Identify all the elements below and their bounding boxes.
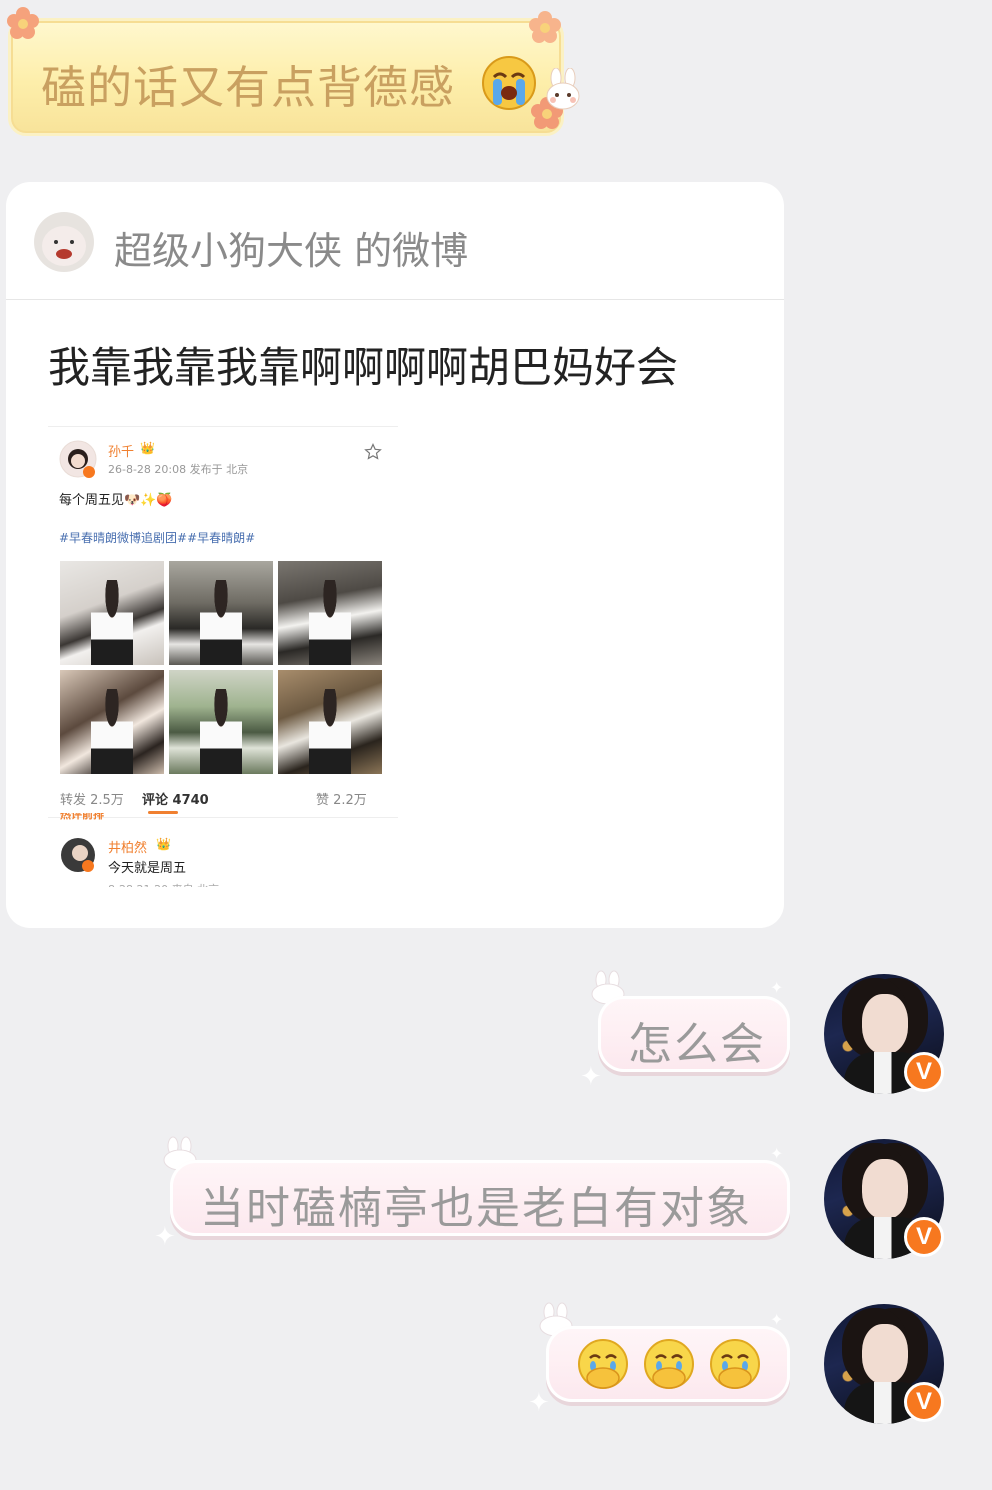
hand-over-mouth-crying-emoji-icon — [710, 1339, 760, 1389]
post-photo — [278, 670, 382, 774]
sparkle-icon: ✦ — [580, 1062, 602, 1092]
verified-badge: V — [904, 1052, 944, 1092]
like-count: 赞 2.2万 — [316, 793, 367, 808]
post-hashtags: #早春晴朗微博追剧团##早春晴朗# — [59, 531, 256, 545]
incoming-message-bubble[interactable]: 磕的话又有点背德感 — [8, 18, 564, 136]
photo-grid — [60, 561, 384, 775]
message-text: 怎么会 — [628, 1019, 766, 1070]
card-header: 超级小狗大侠 的微博 — [6, 182, 784, 300]
post-text: 每个周五见🐶✨🍑 — [59, 493, 173, 508]
post-photo — [60, 670, 164, 774]
emoji-row — [576, 1338, 762, 1392]
card-source-name: 超级小狗大侠 的微博 — [114, 229, 469, 273]
my-avatar[interactable]: V — [824, 1304, 944, 1424]
comment-meta: 8-28 21:20 来自 北京 — [108, 881, 219, 887]
hot-comments-label: 热评前排 — [60, 813, 104, 821]
crown-badge-icon: 👑 — [140, 441, 155, 455]
comment-text: 今天就是周五 — [108, 861, 187, 876]
loudly-crying-emoji-icon — [482, 56, 536, 110]
star-icon — [364, 443, 382, 460]
post-meta: 26-8-28 20:08 发布于 北京 — [108, 463, 249, 476]
message-text: 磕的话又有点背德感 — [41, 61, 456, 114]
sparkle-icon: ✦ — [528, 1388, 550, 1418]
card-title: 我靠我靠我靠啊啊啊啊胡巴妈好会 — [48, 343, 679, 392]
sparkle-icon: ✦ — [154, 1222, 176, 1252]
comment-count: 评论 4740 — [142, 793, 209, 808]
my-avatar[interactable]: V — [824, 974, 944, 1094]
post-photo — [169, 670, 273, 774]
outgoing-message-bubble[interactable]: 怎么会 — [598, 996, 790, 1072]
embedded-post-screenshot[interactable]: 孙千 👑 26-8-28 20:08 发布于 北京 每个周五见🐶✨🍑 #早春晴朗… — [48, 426, 398, 892]
sparkle-icon: ✦ — [770, 1310, 784, 1329]
verified-badge: V — [904, 1217, 944, 1257]
sparkle-icon: ✦ — [770, 1144, 784, 1163]
outgoing-emoji-bubble[interactable] — [546, 1326, 790, 1402]
message-text: 当时磕楠亭也是老白有对象 — [200, 1183, 752, 1234]
hand-over-mouth-crying-emoji-icon — [644, 1339, 694, 1389]
flower-decoration-icon — [7, 7, 39, 39]
shared-weibo-card[interactable]: 超级小狗大侠 的微博 我靠我靠我靠啊啊啊啊胡巴妈好会 孙千 👑 26-8-28 … — [6, 182, 784, 928]
post-photo — [60, 561, 164, 665]
post-author-name: 孙千 — [108, 445, 135, 460]
source-avatar[interactable] — [34, 212, 94, 272]
bunny-decoration-icon — [546, 68, 580, 110]
flower-decoration-icon — [529, 11, 561, 43]
post-author-avatar — [59, 440, 97, 478]
post-photo — [278, 561, 382, 665]
crown-badge-icon: 👑 — [156, 837, 171, 851]
commenter-avatar — [61, 838, 95, 872]
post-photo — [169, 561, 273, 665]
repost-count: 转发 2.5万 — [60, 793, 124, 808]
outgoing-message-bubble[interactable]: 当时磕楠亭也是老白有对象 — [170, 1160, 790, 1236]
verified-badge: V — [904, 1382, 944, 1422]
sparkle-icon: ✦ — [770, 978, 784, 997]
active-tab-indicator — [148, 811, 178, 814]
commenter-name: 井柏然 — [108, 841, 148, 856]
my-avatar[interactable]: V — [824, 1139, 944, 1259]
hand-over-mouth-crying-emoji-icon — [578, 1339, 628, 1389]
